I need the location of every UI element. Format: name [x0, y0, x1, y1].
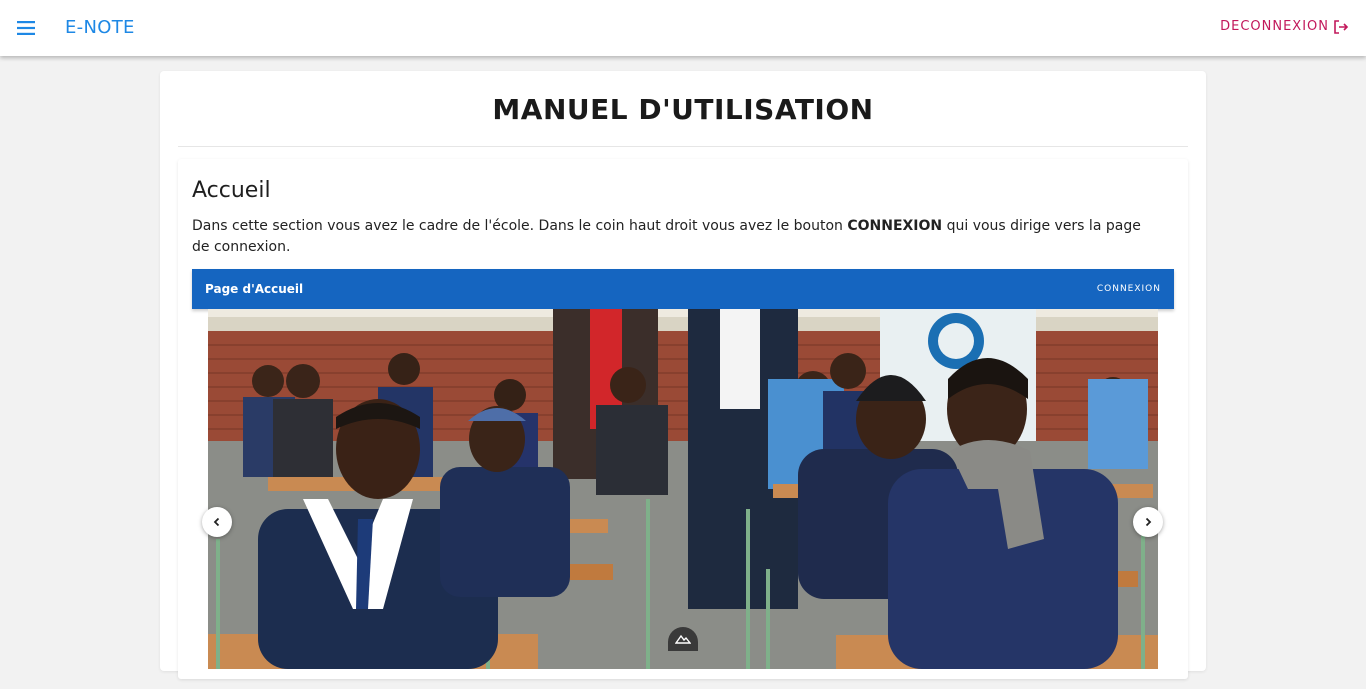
section-accueil: Accueil Dans cette section vous avez le …	[178, 159, 1188, 679]
section-text-start: Dans cette section vous avez le cadre de…	[192, 218, 848, 234]
section-description: Dans cette section vous avez le cadre de…	[192, 216, 1142, 258]
preview-title: Page d'Accueil	[205, 282, 304, 296]
carousel-next-button[interactable]	[1133, 507, 1163, 537]
menu-icon	[17, 21, 35, 35]
section-title: Accueil	[192, 178, 271, 203]
preview-connexion-button[interactable]: CONNEXION	[1097, 284, 1161, 294]
top-app-bar: E-NOTE DECONNEXION	[0, 0, 1366, 56]
classroom-photo	[208, 309, 1158, 669]
logout-label: DECONNEXION	[1220, 19, 1329, 34]
carousel-prev-button[interactable]	[202, 507, 232, 537]
preview-app-bar: Page d'Accueil CONNEXION	[192, 269, 1174, 309]
classroom-photo-illustration	[208, 309, 1158, 669]
logout-icon	[1334, 19, 1349, 34]
page-title: MANUEL D'UTILISATION	[492, 93, 874, 126]
nuxt-badge[interactable]	[668, 627, 698, 651]
manual-card: MANUEL D'UTILISATION Accueil Dans cette …	[160, 71, 1206, 679]
connexion-keyword: CONNEXION	[847, 218, 943, 234]
chevron-right-icon	[1145, 517, 1152, 527]
chevron-left-icon	[213, 517, 220, 527]
mountain-logo-icon	[675, 634, 691, 644]
menu-button[interactable]	[8, 10, 44, 46]
logout-button[interactable]: DECONNEXION	[1220, 19, 1349, 34]
title-divider	[178, 146, 1188, 147]
app-title[interactable]: E-NOTE	[65, 17, 135, 38]
homepage-preview: Page d'Accueil CONNEXION	[192, 269, 1174, 689]
